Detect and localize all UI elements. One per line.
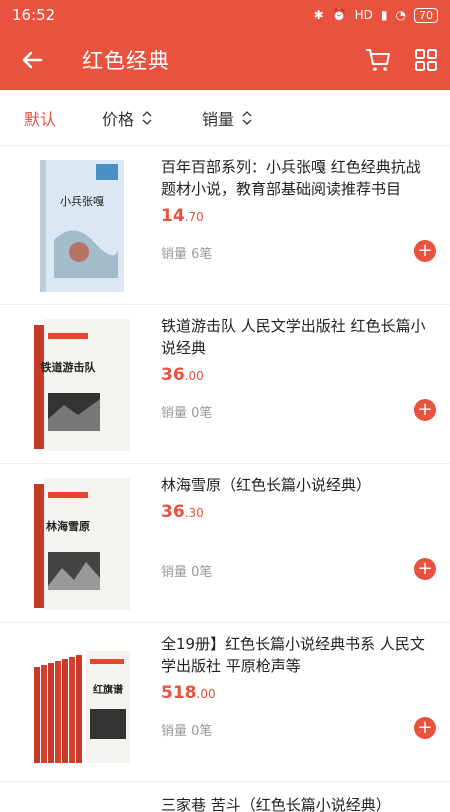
back-button[interactable] (0, 30, 64, 90)
product-sales: 销量 0笔 (161, 724, 213, 739)
product-info: 林海雪原（红色长篇小说经典） 36.30 (161, 474, 432, 522)
status-time: 16:52 (12, 6, 56, 24)
cover-title: 红旗谱 (93, 683, 123, 696)
plus-icon: + (417, 558, 433, 579)
sort-sales-tab[interactable]: 销量 (202, 106, 252, 130)
top-bar: 红色经典 (0, 30, 450, 90)
cart-icon (366, 49, 390, 71)
battery-icon: 70 (414, 7, 438, 23)
add-to-cart-button[interactable]: + (414, 558, 436, 580)
add-to-cart-button[interactable]: + (414, 240, 436, 262)
cover-title: 铁道游击队 (41, 360, 97, 374)
product-info: 百年百部系列：小兵张嘎 红色经典抗战题材小说，教育部基础阅读推荐书目 14.70 (161, 156, 432, 226)
product-info: 铁道游击队 人民文学出版社 红色长篇小说经典 36.00 (161, 315, 432, 385)
product-sales: 销量 0笔 (161, 406, 213, 421)
product-price: 36.00 (161, 365, 204, 385)
page-title: 红色经典 (82, 49, 170, 73)
network-label: HD (354, 8, 373, 22)
product-list: 小兵张嘎 百年百部系列：小兵张嘎 红色经典抗战题材小说，教育部基础阅读推荐书目 … (0, 146, 450, 812)
grid-view-button[interactable] (402, 30, 450, 90)
product-sales: 销量 6笔 (161, 247, 213, 262)
sort-price-label: 价格 (102, 109, 135, 129)
back-arrow-icon (22, 51, 43, 69)
product-item-partial[interactable]: 三家巷 苦斗（红色长篇小说经典） (0, 782, 450, 812)
plus-icon: + (417, 717, 433, 738)
book-cover-image: 红旗谱 (34, 651, 130, 763)
wifi-icon: ◔ (395, 8, 406, 22)
sort-price-tab[interactable]: 价格 (102, 106, 152, 130)
sort-default-tab[interactable]: 默认 (24, 106, 56, 130)
sort-bar: 默认 价格 销量 (0, 90, 450, 146)
product-item[interactable]: 铁道游击队 铁道游击队 人民文学出版社 红色长篇小说经典 36.00 销量 0笔… (0, 305, 450, 464)
product-name: 百年百部系列：小兵张嘎 红色经典抗战题材小说，教育部基础阅读推荐书目 (161, 158, 421, 198)
product-name: 林海雪原（红色长篇小说经典） (161, 476, 372, 494)
sort-default-label: 默认 (24, 109, 57, 129)
book-cover-image: 林海雪原 (34, 478, 130, 610)
product-price: 36.30 (161, 502, 204, 522)
book-cover-image: 铁道游击队 (34, 319, 130, 451)
product-item[interactable]: 林海雪原 林海雪原（红色长篇小说经典） 36.30 销量 0笔 + (0, 464, 450, 623)
bluetooth-icon: ✱ (313, 8, 324, 22)
grid-icon (415, 49, 437, 71)
status-bar: 16:52 ✱ ⏰ HD ▮ ◔ 70 (0, 0, 450, 30)
signal-icon: ▮ (380, 8, 388, 22)
sort-updown-icon (142, 110, 152, 125)
sort-sales-label: 销量 (202, 109, 235, 129)
add-to-cart-button[interactable]: + (414, 399, 436, 421)
product-name: 三家巷 苦斗（红色长篇小说经典） (161, 796, 391, 812)
product-price: 518.00 (161, 683, 216, 703)
product-name: 铁道游击队 人民文学出版社 红色长篇小说经典 (161, 317, 426, 357)
product-item[interactable]: 红旗谱 全19册】红色长篇小说经典书系 人民文学出版社 平原枪声等 518.00… (0, 623, 450, 782)
product-sales: 销量 0笔 (161, 565, 213, 580)
product-price: 14.70 (161, 206, 204, 226)
cover-title: 小兵张嘎 (60, 195, 104, 208)
plus-icon: + (417, 399, 433, 420)
product-name: 全19册】红色长篇小说经典书系 人民文学出版社 平原枪声等 (161, 635, 425, 675)
sort-updown-icon (242, 110, 252, 125)
status-icons: ✱ ⏰ HD ▮ ◔ 70 (313, 7, 438, 23)
product-item[interactable]: 小兵张嘎 百年百部系列：小兵张嘎 红色经典抗战题材小说，教育部基础阅读推荐书目 … (0, 146, 450, 305)
cover-title: 林海雪原 (46, 519, 90, 533)
alarm-icon: ⏰ (331, 8, 347, 22)
plus-icon: + (417, 240, 433, 261)
add-to-cart-button[interactable]: + (414, 717, 436, 739)
cart-button[interactable] (354, 30, 402, 90)
product-info: 全19册】红色长篇小说经典书系 人民文学出版社 平原枪声等 518.00 (161, 633, 432, 703)
book-cover-image: 小兵张嘎 (40, 160, 124, 292)
